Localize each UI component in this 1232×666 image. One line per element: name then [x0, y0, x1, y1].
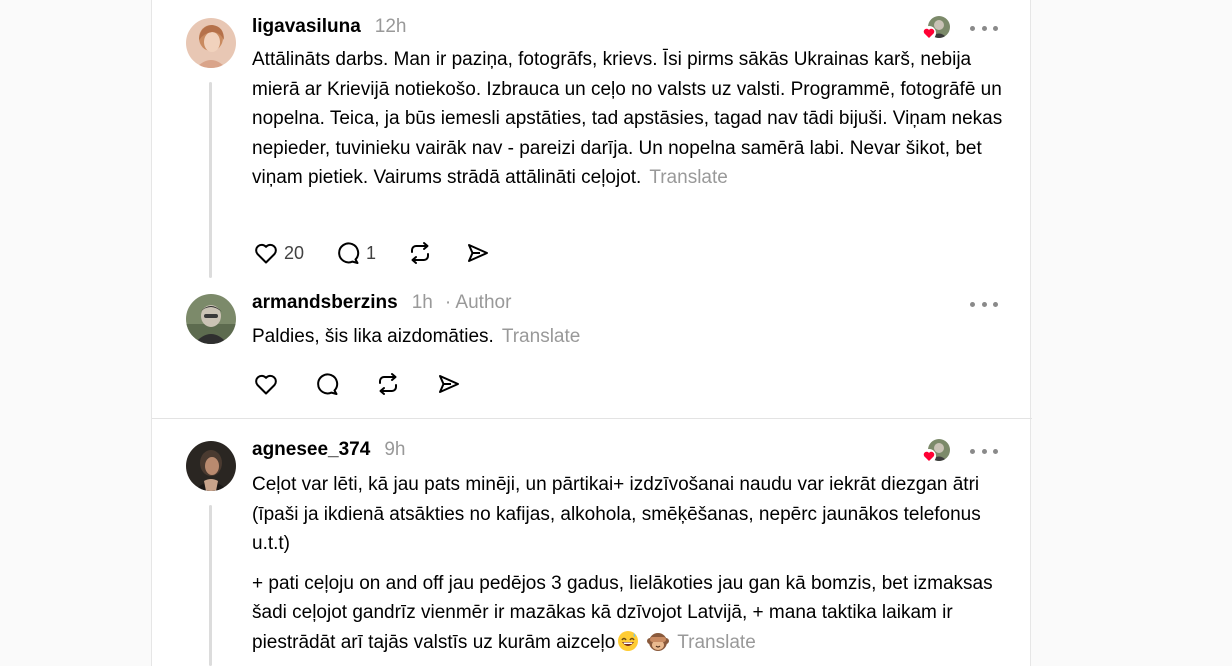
more-options-button[interactable] [970, 441, 998, 461]
like-button[interactable]: 20 [252, 239, 304, 267]
page-background: ligavasiluna 12h Attālināts darbs. Man i… [0, 0, 1232, 666]
timestamp[interactable]: 12h [375, 16, 407, 38]
comment-agnesee-374: agnesee_374 9h Ceļot var lēti, kā jau pa… [152, 419, 1032, 666]
comment-body: Paldies, šis lika aizdomāties. Translate [252, 322, 1012, 352]
timestamp[interactable]: 9h [384, 439, 405, 461]
more-options-button[interactable] [970, 294, 998, 314]
grinning-sweat-emoji [617, 630, 639, 652]
comment-armandsberzins: armandsberzins 1h · Author Paldies, šis … [152, 280, 1032, 418]
reply-count: 1 [366, 242, 377, 263]
heart-outline-icon [255, 374, 277, 395]
comment-header: agnesee_374 9h [252, 439, 405, 465]
reply-button[interactable] [313, 370, 341, 398]
repost-button[interactable] [406, 239, 434, 267]
repost-arrows-icon [379, 373, 397, 395]
comment-body: Ceļot var lēti, kā jau pats minēji, un p… [252, 470, 1012, 657]
reply-button[interactable]: 1 [334, 239, 376, 267]
like-count: 20 [284, 242, 305, 263]
comment-header: ligavasiluna 12h [252, 16, 406, 42]
author-badge: · Author [444, 292, 512, 313]
action-bar [252, 370, 493, 398]
action-bar: 20 1 [252, 239, 522, 267]
username[interactable]: ligavasiluna [252, 16, 361, 38]
repost-button[interactable] [374, 370, 402, 398]
more-dots-icon [970, 25, 975, 31]
avatar-agnesee-374[interactable] [186, 441, 236, 491]
translate-link[interactable]: Translate [502, 326, 581, 347]
speech-bubble-icon [317, 373, 339, 395]
translate-link[interactable]: Translate [677, 632, 756, 653]
comment-header: armandsberzins 1h · Author [252, 292, 511, 318]
more-dots-icon [970, 301, 975, 307]
heart-icon [922, 26, 936, 40]
see-no-evil-monkey-emoji [647, 630, 670, 652]
thread-feed: ligavasiluna 12h Attālināts darbs. Man i… [151, 0, 1032, 666]
avatar-armandsberzins[interactable] [186, 294, 236, 344]
more-options-button[interactable] [970, 18, 998, 38]
liked-by-author-indicator [922, 439, 950, 465]
thread-connector-line [209, 82, 212, 278]
comment-ligavasiluna: ligavasiluna 12h Attālināts darbs. Man i… [152, 0, 1032, 280]
comment-body: Attālināts darbs. Man ir paziņa, fotogrā… [252, 45, 1012, 193]
repost-arrows-icon [411, 242, 430, 264]
username[interactable]: armandsberzins [252, 292, 398, 314]
liked-by-author-indicator [922, 16, 950, 42]
speech-bubble-icon [338, 242, 360, 264]
like-button[interactable] [252, 370, 280, 398]
comment-paragraph-1: Ceļot var lēti, kā jau pats minēji, un p… [252, 474, 981, 554]
avatar-ligavasiluna[interactable] [186, 18, 236, 68]
comment-text: Attālināts darbs. Man ir paziņa, fotogrā… [252, 49, 1003, 188]
timestamp[interactable]: 1h [412, 292, 433, 314]
heart-icon [922, 449, 936, 463]
comment-paragraph-2: + pati ceļoju on and off jau pedējos 3 g… [252, 569, 1012, 658]
comment-text: Paldies, šis lika aizdomāties. [252, 326, 494, 347]
thread-connector-line [209, 505, 212, 666]
share-button[interactable] [464, 239, 492, 267]
paper-plane-icon [468, 244, 489, 262]
more-dots-icon [970, 448, 975, 454]
paper-plane-icon [439, 375, 459, 393]
translate-link[interactable]: Translate [649, 167, 728, 188]
username[interactable]: agnesee_374 [252, 439, 370, 461]
share-button[interactable] [435, 370, 463, 398]
heart-outline-icon [255, 243, 277, 264]
